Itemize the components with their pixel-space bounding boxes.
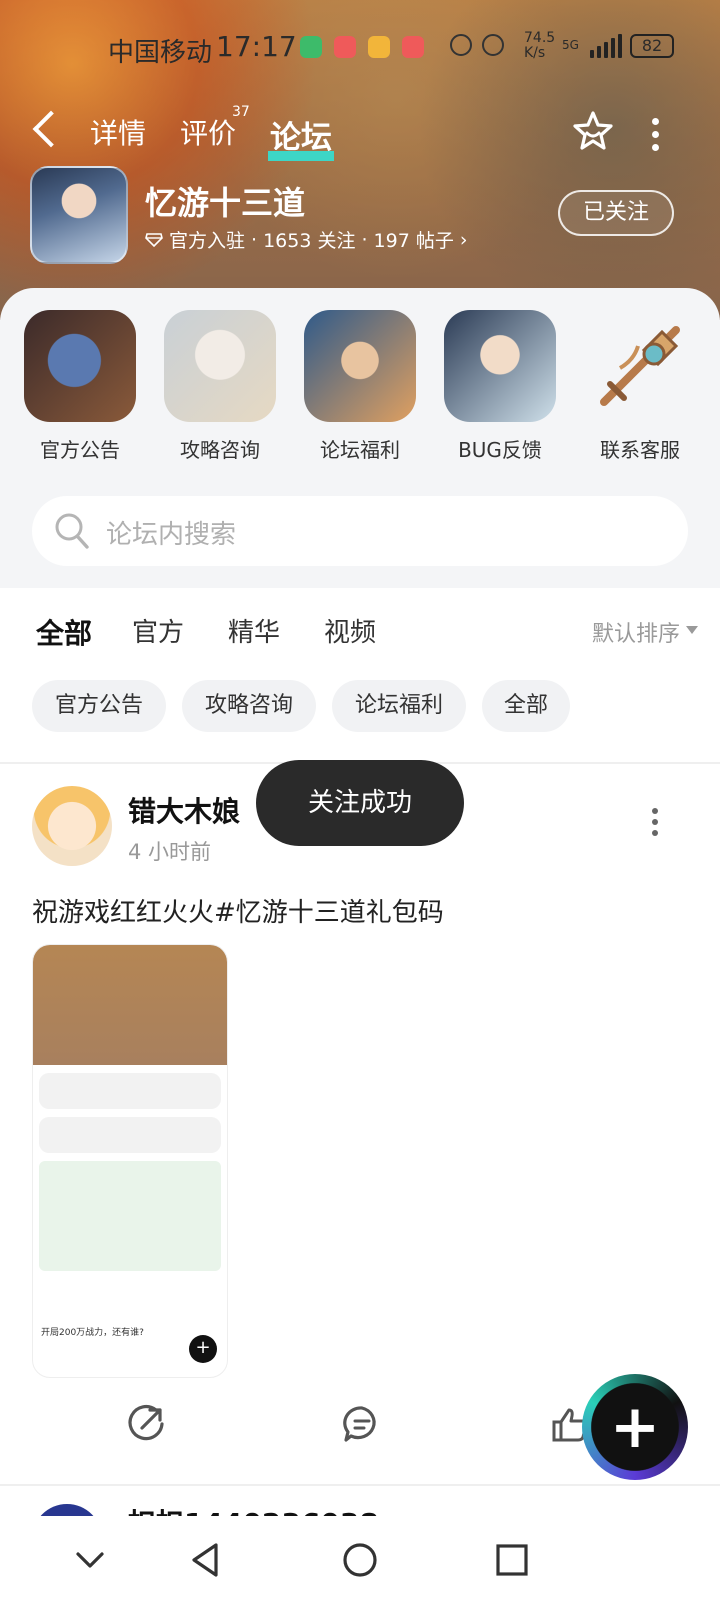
thumbnail-header <box>33 945 227 1065</box>
filter-tab-featured[interactable]: 精华 <box>228 612 280 649</box>
shortcut-guides[interactable]: 攻略咨询 <box>164 310 276 463</box>
alarm-icon <box>482 34 504 56</box>
plus-icon: + <box>189 1335 217 1363</box>
weibo-icon <box>334 36 356 58</box>
network-speed: 74.5 K/s <box>524 30 556 61</box>
shortcut-welfare[interactable]: 论坛福利 <box>304 310 416 463</box>
battery-indicator: 82 <box>630 34 674 58</box>
nav-back-icon[interactable] <box>186 1540 226 1580</box>
welfare-icon <box>304 310 416 422</box>
chip-welfare[interactable]: 论坛福利 <box>332 680 466 732</box>
tab-forum[interactable]: 论坛 <box>268 112 334 161</box>
game-info: 忆游十三道 官方入驻 · 1653 关注 · 197 帖子 › 已关注 <box>30 166 690 266</box>
followers-count: 1653 关注 <box>263 230 356 252</box>
notification-icons <box>300 36 424 58</box>
tab-details[interactable]: 详情 <box>90 112 146 152</box>
weibo-icon-2 <box>402 36 424 58</box>
post-text[interactable]: 祝游戏红红火火#忆游十三道礼包码 <box>32 892 444 929</box>
sort-dropdown[interactable]: 默认排序 <box>592 616 699 648</box>
carrier-label: 中国移动 <box>108 38 213 68</box>
filter-tab-video[interactable]: 视频 <box>324 612 376 649</box>
post-author[interactable]: 错大木娘 <box>128 790 240 830</box>
post-time: 4 小时前 <box>128 840 212 864</box>
guide-icon <box>164 310 276 422</box>
shortcut-label: BUG反馈 <box>458 438 542 462</box>
shortcut-support[interactable]: 联系客服 <box>584 310 696 463</box>
avatar[interactable] <box>32 1504 102 1516</box>
support-icon <box>584 310 696 422</box>
game-icon[interactable] <box>30 166 128 264</box>
next-post-peek[interactable]: 扣扣1440236038 <box>32 1504 692 1516</box>
status-icons <box>450 34 504 56</box>
toast-message: 关注成功 <box>256 760 464 846</box>
forum-post[interactable]: 错大木娘 4 小时前 关注成功 祝游戏红红火火#忆游十三道礼包码 开局200万战… <box>0 760 720 1480</box>
bug-report-icon <box>444 310 556 422</box>
top-nav: 详情 评价 37 论坛 <box>0 104 720 161</box>
filter-tab-official[interactable]: 官方 <box>132 612 184 649</box>
shortcut-announcements[interactable]: 官方公告 <box>24 310 136 463</box>
chip-guides[interactable]: 攻略咨询 <box>182 680 316 732</box>
diamond-icon <box>145 232 163 247</box>
search-placeholder: 论坛内搜索 <box>106 520 237 550</box>
tab-reviews[interactable]: 评价 <box>180 112 236 152</box>
signal-bars-icon <box>590 34 622 58</box>
shortcut-row: 官方公告 攻略咨询 论坛福利 BUG反馈 联系客服 <box>0 310 720 463</box>
announcement-icon <box>24 310 136 422</box>
chip-announcements[interactable]: 官方公告 <box>32 680 166 732</box>
forum-panel: 官方公告 攻略咨询 论坛福利 BUG反馈 联系客服 论坛内搜索 <box>0 288 720 588</box>
clock: 17:17 <box>216 30 297 63</box>
follow-button[interactable]: 已关注 <box>558 190 674 236</box>
filter-tab-all[interactable]: 全部 <box>36 612 93 654</box>
meta-dot: · <box>361 228 368 251</box>
divider <box>0 1484 720 1486</box>
thumbnail-search <box>39 1073 221 1109</box>
thumbnail-chips <box>39 1117 221 1153</box>
avatar[interactable] <box>32 786 112 866</box>
game-meta[interactable]: 官方入驻 · 1653 关注 · 197 帖子 › <box>145 226 467 253</box>
filter-tabs: 全部 官方 精华 视频 默认排序 <box>0 606 720 656</box>
more-icon[interactable] <box>652 808 660 836</box>
home-icon[interactable] <box>340 1540 380 1580</box>
forum-search-bar[interactable]: 论坛内搜索 <box>32 496 688 566</box>
shortcut-label: 联系客服 <box>600 438 680 462</box>
plus-icon: + <box>609 1392 661 1462</box>
more-icon[interactable] <box>650 114 660 151</box>
create-post-button[interactable]: + <box>582 1374 688 1480</box>
chevron-right-icon: › <box>459 228 468 251</box>
recents-icon[interactable] <box>492 1540 532 1580</box>
share-icon[interactable] <box>126 1404 166 1444</box>
system-nav-bar <box>0 1516 720 1600</box>
back-icon[interactable] <box>32 110 70 148</box>
star-icon[interactable] <box>570 108 616 154</box>
shortcut-label: 攻略咨询 <box>180 438 260 462</box>
data-saver-icon <box>450 34 472 56</box>
section-gap <box>0 588 720 594</box>
status-bar: 中国移动 17:17 74.5 K/s 5G 82 <box>0 28 720 68</box>
shopping-app-icon <box>300 36 322 58</box>
signal-type: 5G <box>562 38 579 52</box>
chevron-down-icon[interactable] <box>70 1540 110 1580</box>
post-image[interactable]: 开局200万战力，还有谁? + <box>32 944 228 1378</box>
eye-app-icon <box>368 36 390 58</box>
next-post-author: 扣扣1440236038 <box>128 1504 379 1516</box>
game-title: 忆游十三道 <box>145 184 306 222</box>
official-badge-text: 官方入驻 <box>169 230 246 252</box>
thumbnail-content <box>39 1161 221 1271</box>
shortcut-label: 论坛福利 <box>320 438 400 462</box>
comment-icon[interactable] <box>342 1404 382 1444</box>
meta-dot: · <box>251 228 258 251</box>
thumbnail-caption: 开局200万战力，还有谁? <box>41 1328 144 1338</box>
posts-count: 197 帖子 <box>373 230 454 252</box>
shortcut-bug-report[interactable]: BUG反馈 <box>444 310 556 463</box>
chip-all[interactable]: 全部 <box>482 680 570 732</box>
review-count-badge: 37 <box>232 104 250 120</box>
search-icon <box>55 513 89 549</box>
shortcut-label: 官方公告 <box>40 438 120 462</box>
